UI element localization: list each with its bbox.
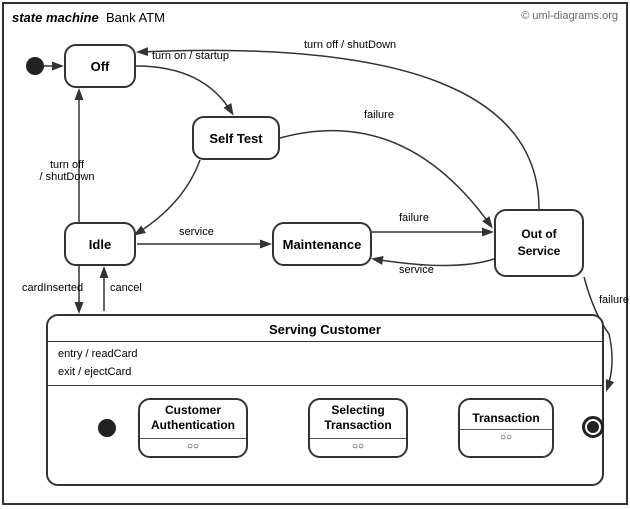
custauth-label: CustomerAuthentication <box>151 403 235 434</box>
label-failure1: failure <box>364 109 394 121</box>
state-off: Off <box>64 44 136 88</box>
label-failure3: failure <box>599 294 629 306</box>
composite-serving-customer: Serving Customer entry / readCard exit /… <box>46 314 604 486</box>
composite-inner: CustomerAuthentication ○○ SelectingTrans… <box>48 386 602 496</box>
state-custauth: CustomerAuthentication ○○ <box>138 398 248 458</box>
label-cardinserted: cardInserted <box>22 282 83 294</box>
transaction-label: Transaction <box>472 411 539 425</box>
label-turnoff-shutdown: turn off / shutDown <box>304 39 396 51</box>
label-service2: service <box>399 264 434 276</box>
diagram-title: Bank ATM <box>106 10 165 25</box>
entry-label: entry / readCard <box>58 346 592 364</box>
state-maintenance-label: Maintenance <box>283 237 362 252</box>
state-selftest-label: Self Test <box>209 131 262 146</box>
state-outofservice: Out ofService <box>494 209 584 277</box>
state-selftest: Self Test <box>192 116 280 160</box>
inner-initial-pseudostate <box>98 419 116 437</box>
watermark: © uml-diagrams.org <box>521 10 618 22</box>
diagram-container: state machine Bank ATM © uml-diagrams.or… <box>2 2 628 505</box>
state-idle: Idle <box>64 222 136 266</box>
inner-final-pseudostate <box>582 416 604 438</box>
label-turnoff: turn off/ shutDown <box>32 159 102 183</box>
state-transaction: Transaction ○○ <box>458 398 554 458</box>
composite-entry-exit: entry / readCard exit / ejectCard <box>48 342 602 386</box>
composite-title: Serving Customer <box>48 316 602 342</box>
initial-pseudostate <box>26 57 44 75</box>
title-bar: state machine Bank ATM <box>12 10 165 25</box>
label-cancel: cancel <box>110 282 142 294</box>
exit-label: exit / ejectCard <box>58 364 592 382</box>
label-failure2: failure <box>399 212 429 224</box>
state-idle-label: Idle <box>89 237 111 252</box>
label-service: service <box>179 226 214 238</box>
state-off-label: Off <box>91 59 110 74</box>
label-turnon: turn on / startup <box>152 50 229 62</box>
state-seltrans: SelectingTransaction ○○ <box>308 398 408 458</box>
diagram-keyword: state machine <box>12 10 99 25</box>
state-maintenance: Maintenance <box>272 222 372 266</box>
seltrans-label: SelectingTransaction <box>324 403 391 434</box>
